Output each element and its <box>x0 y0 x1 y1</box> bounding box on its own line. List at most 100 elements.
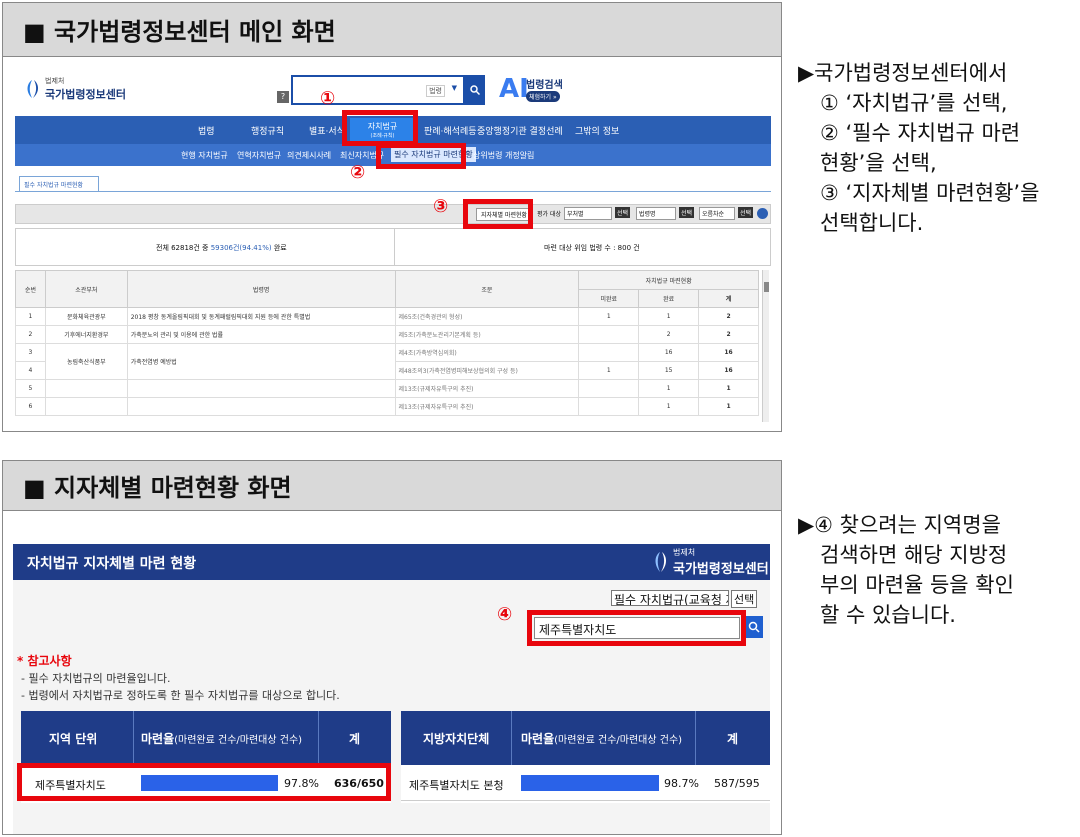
cell-incomplete <box>578 343 640 362</box>
cell-law[interactable]: 2018 평창 동계올림픽대회 및 동계패럴림픽대회 지원 등에 관한 특별법 <box>126 307 396 326</box>
cell-incomplete: 1 <box>578 361 640 380</box>
cell-complete: 16 <box>638 343 700 362</box>
filter-bar: 지자체별 마련현황 평가 대상 부처별 선택 법령명 선택 오름차순 선택 <box>15 204 771 224</box>
rate-bar-fill <box>521 775 660 791</box>
menu-decisions[interactable]: 중앙행정기관 결정선례 <box>477 124 563 137</box>
header-divider <box>318 711 319 765</box>
table-row[interactable]: 제주특별자치도 본청 98.7% 587/595 <box>401 765 770 801</box>
summary-left-suffix: 완료 <box>271 244 287 252</box>
law-dropdown[interactable]: 필수 자치법규(교육청 제 <box>611 590 729 606</box>
cell-complete: 15 <box>638 361 700 380</box>
th-status: 자치법규 마련현황 <box>578 270 759 290</box>
instruction-line: 선택합니다. <box>820 211 924 235</box>
cell-total: 1 <box>698 379 759 398</box>
filter-dept-select[interactable]: 부처별 <box>564 207 612 220</box>
select-button-1[interactable]: 선택 <box>615 207 631 218</box>
cell-clause[interactable]: 제4조(가축방역심의회) <box>394 343 580 362</box>
cell-clause[interactable]: 제48조의3(가축전염병피해보상협의회 구성 등) <box>394 361 580 380</box>
summary-box: 전체 62818건 중 59306건(94.41%) 완료 마련 대상 위임 법… <box>15 228 771 266</box>
th-local-gov: 지방자치단체 <box>423 732 490 746</box>
select-button-2[interactable]: 선택 <box>679 207 695 218</box>
note-line-2: - 법령에서 자치법규로 정하도록 한 필수 자치법규를 대상으로 합니다. <box>21 689 340 702</box>
th-region-unit: 지역 단위 <box>49 732 98 746</box>
summary-divider <box>394 229 395 265</box>
cell-count: 587/595 <box>714 777 760 790</box>
cell-incomplete <box>578 325 640 344</box>
th-sum: 계 <box>727 732 739 746</box>
th-rate: 마련율(마련완료 건수/마련대상 건수) <box>521 730 682 747</box>
submenu-current[interactable]: 현행 자치법규 <box>181 150 228 161</box>
cell-no: 5 <box>15 379 46 398</box>
header-divider <box>511 711 512 765</box>
menu-forms[interactable]: 별표·서식 <box>309 124 345 137</box>
cell-dept: 기후에너지환경부 <box>44 325 128 344</box>
cell-clause[interactable]: 제5조(가축분뇨관리기본계획 등) <box>394 325 580 344</box>
table-row[interactable]: 3 농림축산식품부 가축전염병 예방법 제4조(가축방역심의회) 16 16 <box>15 343 759 380</box>
logo-text: 국가법령정보센터 <box>45 88 126 101</box>
th-sum: 계 <box>349 732 361 746</box>
table-row[interactable]: 6 제13조(규제자유특구의 추진) 1 1 <box>15 397 759 416</box>
filter-sort-select[interactable]: 오름차순 <box>699 207 735 220</box>
cell-local-gov: 제주특별자치도 본청 <box>409 779 504 792</box>
panel-title: ■ 지자체별 마련현황 화면 <box>3 461 781 511</box>
instruction-line: ▶국가법령정보센터에서 <box>798 61 1008 85</box>
filter-law-select[interactable]: 법령명 <box>636 207 676 220</box>
instruction-line: ② ‘필수 자치법규 마련 <box>820 121 1021 145</box>
instruction-line: 검색하면 해당 지방정 <box>820 543 1008 567</box>
cell-law[interactable] <box>126 397 396 416</box>
cell-law[interactable]: 가축전염병 예방법 <box>126 343 396 380</box>
ai-try-button[interactable]: 체험하기 » <box>526 91 560 102</box>
instruction-line: ③ ‘지자체별 마련현황’을 <box>820 181 1040 205</box>
region-search-button[interactable] <box>745 616 763 638</box>
region-header-title: 자치법규 지자체별 마련 현황 <box>27 556 197 572</box>
cell-clause[interactable]: 제13조(규제자유특구의 추진) <box>394 379 580 398</box>
marker-4: ④ <box>497 604 513 625</box>
th-dept: 소관부처 <box>44 270 128 308</box>
submenu-opinions[interactable]: 의견제시사례 <box>287 150 331 161</box>
select-button-3[interactable]: 선택 <box>738 207 754 218</box>
logo[interactable]: 법제처 국가법령정보센터 <box>23 76 126 102</box>
menu-law[interactable]: 법령 <box>198 124 215 137</box>
menu-precedents[interactable]: 판례·해석례등 <box>424 124 477 137</box>
menu-other-info[interactable]: 그밖의 정보 <box>575 124 619 137</box>
local-gov-rate-table: 지방자치단체 마련율(마련완료 건수/마련대상 건수) 계 제주특별자치도 본청… <box>401 711 770 803</box>
cell-dept: 문화체육관광부 <box>44 307 128 326</box>
th-complete: 완료 <box>638 289 700 308</box>
search-button[interactable] <box>465 75 485 105</box>
summary-right: 마련 대상 위임 법령 수 : 800 건 <box>544 244 640 252</box>
cell-clause[interactable]: 제13조(규제자유특구의 추진) <box>394 397 580 416</box>
table-scrollbar[interactable] <box>762 270 769 422</box>
search-box[interactable]: 법령 ▼ <box>291 75 465 105</box>
help-icon[interactable]: ? <box>277 91 289 103</box>
user-icon[interactable] <box>757 208 768 219</box>
header-divider <box>133 711 134 765</box>
search-icon <box>470 85 480 95</box>
logo-small: 법제처 <box>45 77 65 85</box>
cell-clause[interactable]: 제65조(건축경관의 형성) <box>394 307 580 326</box>
cell-total: 2 <box>698 325 759 344</box>
screenshot-main: 법제처 국가법령정보센터 ? 법령 ▼ AI 법령검색 체험하기 » 법령 행정… <box>3 58 781 431</box>
table-row[interactable]: 1 문화체육관광부 2018 평창 동계올림픽대회 및 동계패럴림픽대회 지원 … <box>15 307 759 326</box>
law-dropdown-value: 필수 자치법규(교육청 제 <box>614 593 729 606</box>
logo-text: 국가법령정보센터 <box>673 562 769 577</box>
table-row[interactable]: 5 제13조(규제자유특구의 추진) 1 1 <box>15 379 759 398</box>
th-no: 순번 <box>15 270 46 308</box>
th-total: 계 <box>698 289 759 308</box>
submenu-history[interactable]: 연혁자치법규 <box>237 150 281 161</box>
cell-law[interactable]: 가축분뇨의 관리 및 이용에 관한 법률 <box>126 325 396 344</box>
menu-admin-rules[interactable]: 행정규칙 <box>251 124 284 137</box>
cell-incomplete <box>578 397 640 416</box>
select-button[interactable]: 선택 <box>731 590 758 608</box>
ai-logo: AI <box>499 74 529 104</box>
cell-incomplete: 1 <box>578 307 640 326</box>
search-select[interactable]: 법령 <box>426 85 445 97</box>
tab-required-status[interactable]: 필수 자치법규 마련현황 <box>19 176 99 192</box>
cell-law[interactable] <box>126 379 396 398</box>
highlight-box-2 <box>376 143 466 169</box>
logo-icon <box>27 80 39 98</box>
panel-title: ■ 국가법령정보센터 메인 화면 <box>3 3 781 57</box>
submenu-upper-law-alert[interactable]: 상위법령 개정알림 <box>473 150 534 161</box>
cell-no: 4 <box>15 361 46 380</box>
th-rate: 마련율(마련완료 건수/마련대상 건수) <box>141 730 302 747</box>
table-row[interactable]: 2 기후에너지환경부 가축분뇨의 관리 및 이용에 관한 법률 제5조(가축분뇨… <box>15 325 759 344</box>
